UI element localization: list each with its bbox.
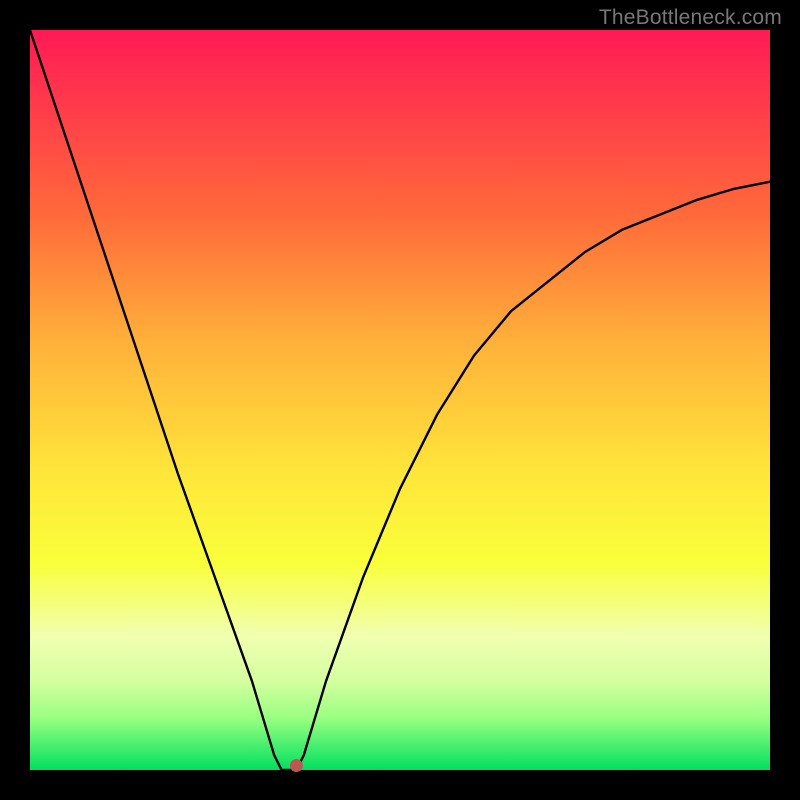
plot-area bbox=[30, 30, 770, 770]
bottleneck-curve bbox=[30, 30, 770, 770]
chart-svg bbox=[30, 30, 770, 770]
optimum-marker bbox=[290, 759, 303, 772]
chart-frame: TheBottleneck.com bbox=[0, 0, 800, 800]
watermark-text: TheBottleneck.com bbox=[599, 6, 782, 30]
